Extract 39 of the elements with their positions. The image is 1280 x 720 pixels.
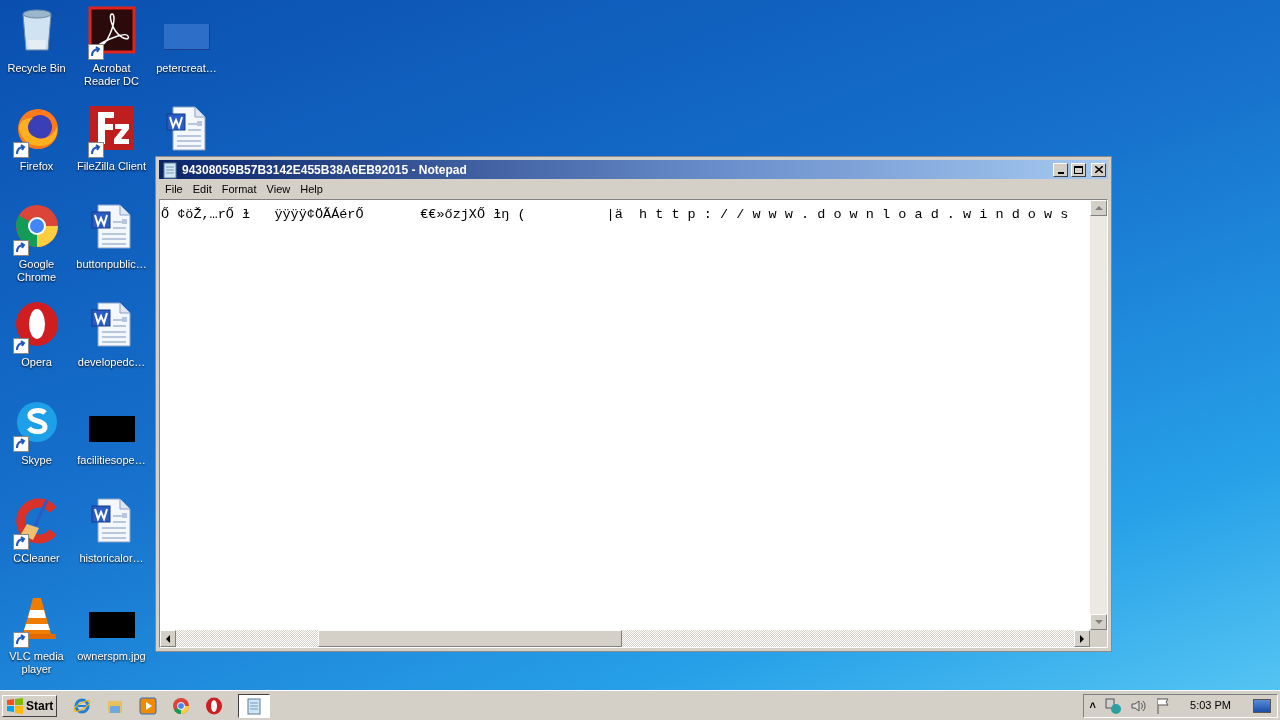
menu-item[interactable]: View	[261, 180, 296, 198]
show-desktop-button[interactable]	[1253, 698, 1271, 713]
desktop-icon-label[interactable]: historicalor…	[74, 552, 149, 565]
menu-item[interactable]: Format	[216, 180, 262, 198]
window-title: 94308059B57B3142E455B38A6EB92015 - Notepad	[182, 161, 468, 179]
start-button[interactable]: Start	[2, 694, 58, 717]
menu-item[interactable]: Help	[295, 180, 328, 198]
text-area[interactable]: Ő ¢öŽ,…rŐ ɫ ÿÿÿÿ¢ÖÃÁérŐ €€»őzjXŐ ɫŋ ( |ä h t t p : / / w w w . d o w n l o a d . w i n d o w s	[159, 199, 1108, 648]
desktop-icon-label[interactable]: CCleaner	[0, 552, 74, 565]
close-icon	[1094, 166, 1103, 173]
vertical-scrollbar[interactable]	[1090, 200, 1107, 630]
desktop-icon-label[interactable]: Firefox	[0, 160, 74, 173]
windows-logo-icon	[6, 697, 24, 714]
close-button[interactable]	[1091, 162, 1106, 177]
clock[interactable]: 5:03 PM	[1190, 697, 1231, 714]
desktop-icon-label[interactable]: FileZilla Client	[74, 160, 149, 173]
desktop-icon-label[interactable]: facilitiesope…	[74, 454, 149, 467]
network-icon[interactable]	[1104, 696, 1123, 715]
desktop-icon-label[interactable]: Acrobat Reader DC	[74, 62, 149, 88]
desktop-icon-label[interactable]: buttonpublic…	[74, 258, 149, 271]
desktop-icon-label[interactable]: Opera	[0, 356, 74, 369]
horizontal-scrollbar[interactable]	[160, 630, 1090, 647]
desktop-icon-label[interactable]: VLC media player	[0, 650, 74, 676]
menu-item[interactable]: Edit	[187, 180, 217, 198]
filezilla-icon	[87, 104, 136, 152]
desktop-icon-label[interactable]: petercreat…	[149, 62, 224, 75]
desktop-icon-label[interactable]: Recycle Bin	[0, 62, 74, 75]
taskbar-app[interactable]	[238, 693, 271, 718]
desktop-icon-label[interactable]: developedc…	[74, 356, 149, 369]
scrollbar-corner	[1090, 630, 1107, 647]
desktop-icon-label[interactable]: Skype	[0, 454, 74, 467]
maximize-button[interactable]	[1071, 162, 1086, 177]
document-text: Ő ¢öŽ,…rŐ ɫ ÿÿÿÿ¢ÖÃÁérŐ €€»őzjXŐ ɫŋ ( |ä h t t p : / / w w w . d o w n l o a d . w i n d o w s	[161, 207, 1069, 222]
desktop-icon-label[interactable]: ownerspm.jpg	[74, 650, 149, 663]
show-hidden-icons-button[interactable]: ˄	[1089, 697, 1097, 714]
minimize-button[interactable]	[1053, 162, 1068, 177]
menu-item[interactable]: File	[160, 180, 188, 198]
acrobat-icon	[87, 6, 136, 54]
desktop-icon-label[interactable]: Google Chrome	[0, 258, 74, 284]
